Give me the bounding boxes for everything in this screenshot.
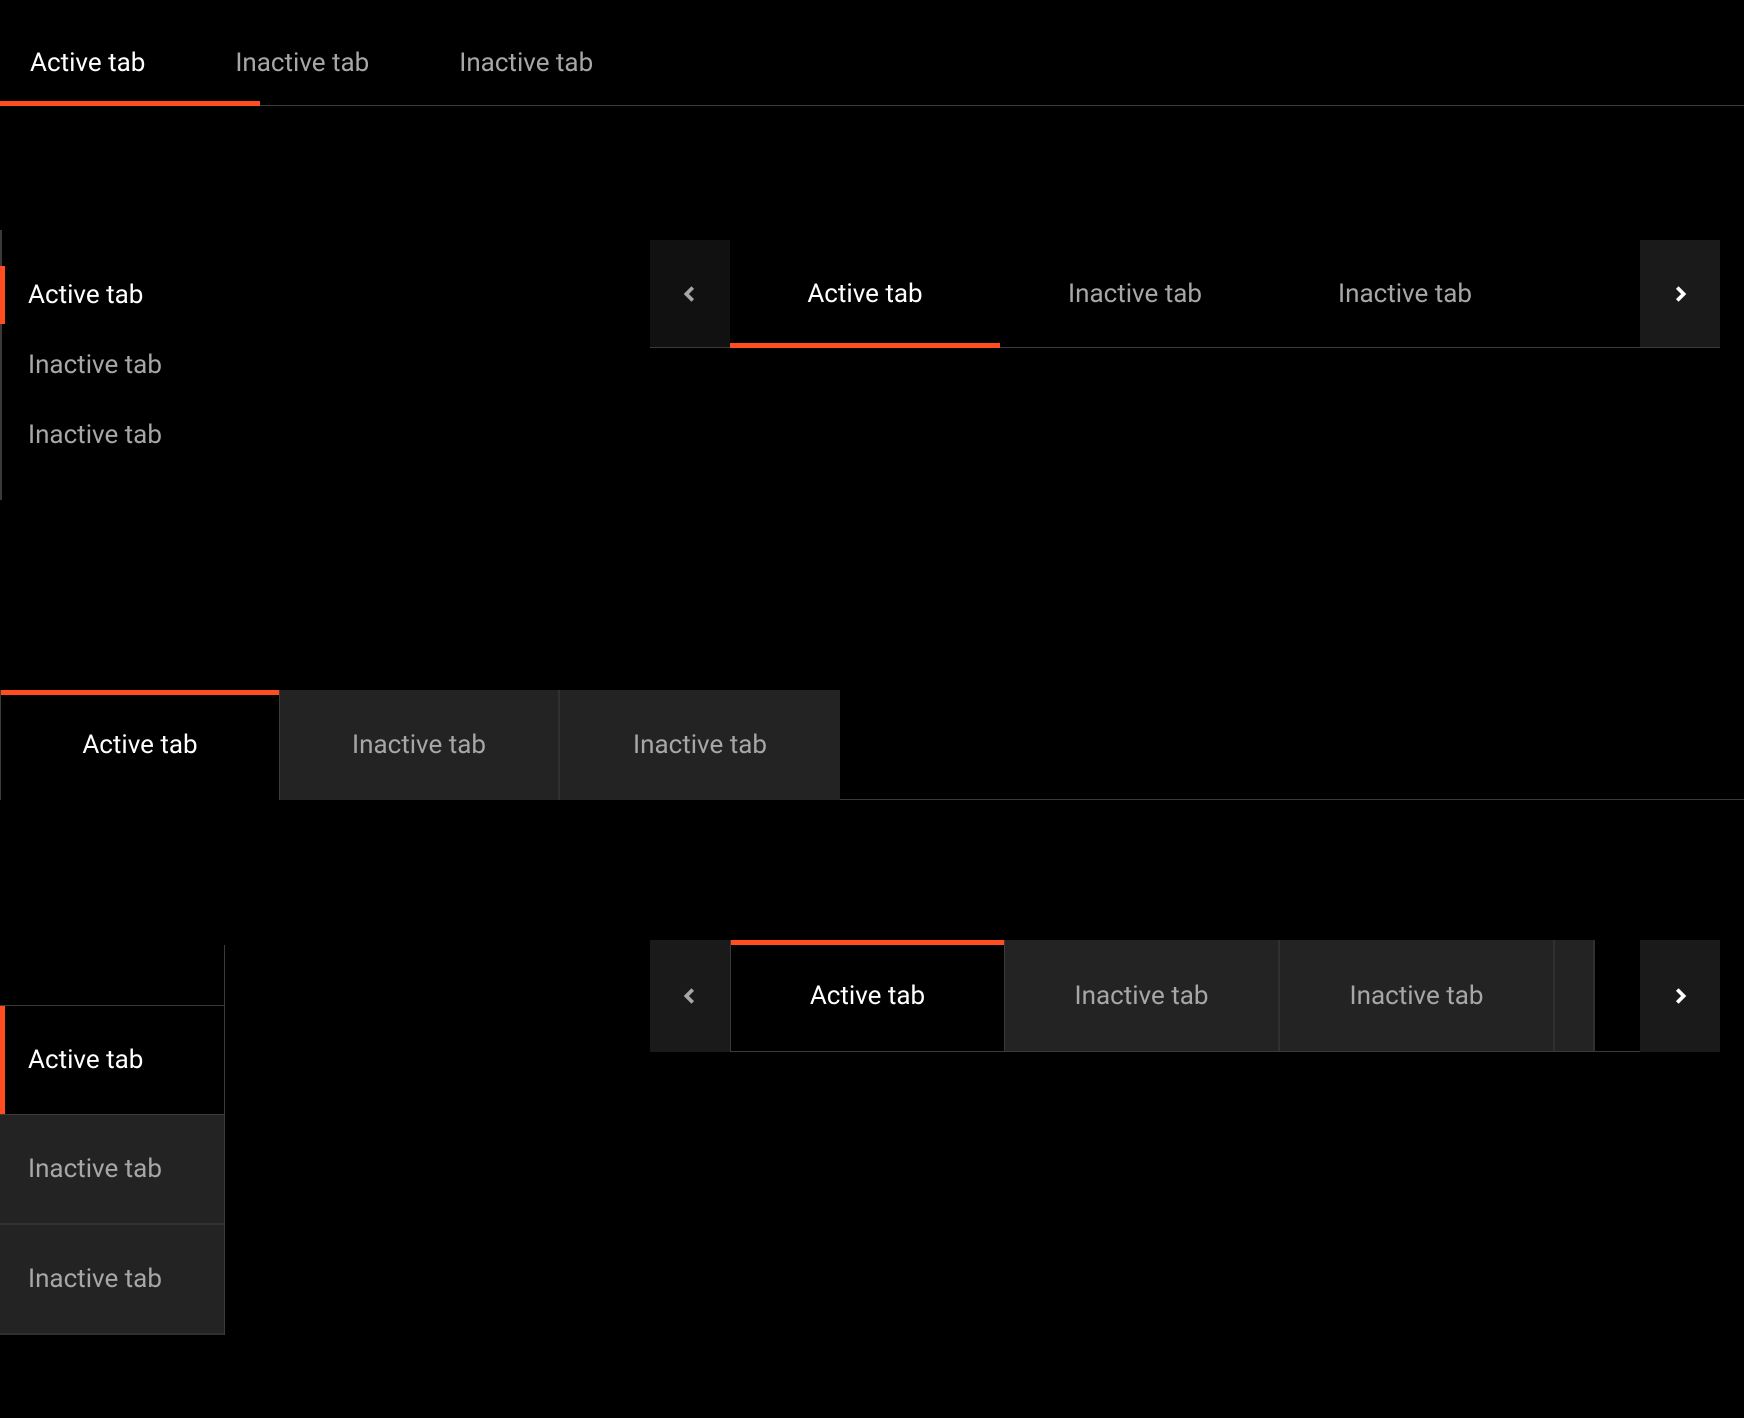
horizontal-tabs-plain: Active tab Inactive tab Inactive tab [0, 20, 1744, 106]
tab-label: Active tab [807, 279, 922, 309]
tab-label: Active tab [28, 1045, 143, 1075]
tab-label: Inactive tab [235, 48, 369, 78]
chevron-left-icon [679, 985, 701, 1007]
scroll-left-button[interactable] [650, 940, 730, 1052]
chevron-right-icon [1669, 283, 1691, 305]
tab-label: Inactive tab [1068, 279, 1202, 309]
tab-label: Inactive tab [28, 350, 162, 380]
tab-label: Inactive tab [28, 1154, 162, 1184]
tab-label: Inactive tab [352, 730, 486, 760]
scroll-right-button[interactable] [1640, 240, 1720, 347]
tab[interactable]: Inactive tab [1280, 940, 1555, 1051]
tab[interactable]: Inactive tab [0, 1225, 224, 1335]
tab[interactable]: Inactive tab [0, 1115, 224, 1225]
tab-label: Inactive tab [1075, 981, 1209, 1011]
tab[interactable]: Inactive tab [1005, 940, 1280, 1051]
tab[interactable]: Inactive tab [280, 690, 560, 800]
tab[interactable]: Active tab [30, 20, 145, 105]
tab-label: Active tab [30, 48, 145, 78]
tab-label: Inactive tab [28, 1264, 162, 1294]
tab[interactable]: Inactive tab [2, 400, 320, 470]
vertical-tabs-plain: Active tab Inactive tab Inactive tab [0, 230, 320, 500]
tab-label: Inactive tab [28, 420, 162, 450]
tab[interactable]: Inactive tab [560, 690, 840, 800]
tab[interactable]: Active tab [730, 940, 1005, 1051]
tab-label: Inactive tab [1338, 279, 1472, 309]
tab[interactable]: Inactive tab [1000, 240, 1270, 347]
tab[interactable]: Active tab [730, 240, 1000, 347]
tab[interactable]: Active tab [0, 1005, 224, 1115]
tab-label: Inactive tab [633, 730, 767, 760]
tab-label: Active tab [28, 280, 143, 310]
horizontal-tabs-scrollable-plain: Active tab Inactive tab Inactive tab [650, 240, 1720, 348]
tab[interactable]: Inactive tab [2, 330, 320, 400]
tab-label: Inactive tab [1350, 981, 1484, 1011]
tab-label: Active tab [82, 730, 197, 760]
tabs-track: Active tab Inactive tab Inactive tab [730, 940, 1640, 1052]
horizontal-tabs-boxed: Active tab Inactive tab Inactive tab [0, 690, 1744, 800]
tab-label: Inactive tab [459, 48, 593, 78]
tab[interactable]: Inactive tab [235, 20, 369, 105]
chevron-right-icon [1669, 985, 1691, 1007]
tab[interactable]: Inactive tab [459, 20, 593, 105]
scroll-right-button[interactable] [1640, 940, 1720, 1052]
vertical-tabs-boxed: Active tab Inactive tab Inactive tab [0, 945, 225, 1335]
tab-label: Active tab [810, 981, 925, 1011]
tab[interactable]: Inactive tab [1270, 240, 1540, 347]
scroll-left-button[interactable] [650, 240, 730, 347]
horizontal-tabs-scrollable-boxed: Active tab Inactive tab Inactive tab [650, 940, 1720, 1052]
tab-overflow[interactable] [1555, 940, 1595, 1051]
tab[interactable]: Active tab [2, 260, 320, 330]
chevron-left-icon [679, 283, 701, 305]
tab[interactable]: Active tab [0, 690, 280, 800]
